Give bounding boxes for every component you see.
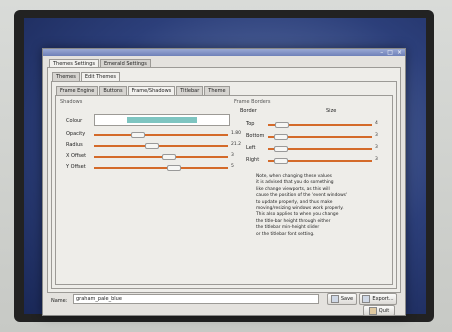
- border-slider-value: 3: [375, 133, 378, 138]
- tab-frame-engine[interactable]: Frame Engine: [56, 86, 99, 95]
- quit-icon: [368, 306, 377, 315]
- border-slider-thumb[interactable]: [273, 134, 288, 140]
- border-slider-label: Top: [246, 121, 255, 127]
- frame-shadows-panel: Shadows Colour Opacity 1.80 Radius 21.2 X Of…: [55, 95, 393, 285]
- border-column-header: Border: [240, 108, 257, 114]
- tab-frame-shadows[interactable]: Frame/Shadows: [127, 86, 176, 95]
- shadow-slider-track[interactable]: [94, 167, 228, 169]
- frame-borders-group-title: Frame Borders: [234, 99, 271, 105]
- tab-theme[interactable]: Theme: [204, 86, 230, 95]
- close-icon[interactable]: ×: [397, 49, 402, 56]
- shadow-slider-track[interactable]: [94, 145, 228, 147]
- name-label: Name:: [51, 298, 68, 304]
- tab-themes[interactable]: Themes: [52, 72, 80, 81]
- border-slider-value: 3: [375, 145, 378, 150]
- export-button[interactable]: Export...: [359, 293, 397, 305]
- export-label: Export...: [372, 296, 394, 302]
- shadow-slider-label: X Offset: [66, 153, 87, 159]
- tab-edit-themes[interactable]: Edit Themes: [80, 72, 120, 81]
- save-button[interactable]: Save: [327, 293, 357, 305]
- quit-label: Quit: [378, 307, 390, 314]
- shadow-slider-track[interactable]: [94, 134, 228, 136]
- save-label: Save: [340, 296, 354, 302]
- shadow-slider-value: 5: [231, 164, 234, 169]
- shadow-slider-label: Opacity: [66, 131, 86, 137]
- shadow-slider-thumb[interactable]: [162, 154, 177, 160]
- emerald-theme-manager-window: – □ × Themes Settings Emerald Settings T…: [42, 48, 406, 316]
- maximize-icon[interactable]: □: [387, 49, 393, 56]
- theme-name-input[interactable]: graham_pale_blue: [73, 294, 319, 304]
- colour-button[interactable]: [94, 114, 230, 126]
- export-icon: [362, 295, 371, 303]
- window-titlebar[interactable]: – □ ×: [43, 49, 405, 56]
- shadow-slider-track[interactable]: [94, 156, 228, 158]
- size-column-header: Size: [326, 108, 337, 114]
- shadow-slider-value: 21.2: [231, 142, 242, 147]
- tab-buttons[interactable]: Buttons: [99, 86, 127, 95]
- shadow-slider-thumb[interactable]: [145, 143, 160, 149]
- colour-label: Colour: [66, 118, 83, 124]
- border-slider-thumb[interactable]: [273, 158, 288, 164]
- shadow-slider-label: Radius: [66, 142, 83, 148]
- quit-button[interactable]: Quit: [363, 305, 395, 316]
- border-slider-value: 4: [375, 121, 378, 126]
- border-slider-label: Bottom: [246, 133, 265, 139]
- main-tab-panel: Themes Edit Themes Frame Engine Buttons …: [47, 67, 401, 293]
- shadow-slider-thumb[interactable]: [130, 132, 145, 138]
- shadow-slider-value: 1.80: [231, 131, 242, 136]
- save-icon: [330, 295, 339, 303]
- shadows-group-title: Shadows: [60, 99, 83, 105]
- border-slider-thumb[interactable]: [273, 146, 288, 152]
- shadow-slider-value: 3: [231, 153, 234, 158]
- frame-borders-note: Note, when changing these values it is a…: [256, 174, 348, 237]
- border-slider-label: Left: [246, 145, 256, 151]
- shadow-slider-thumb[interactable]: [167, 165, 182, 171]
- colour-swatch: [127, 117, 197, 123]
- border-slider-thumb[interactable]: [275, 122, 290, 128]
- border-slider-value: 3: [375, 157, 378, 162]
- tab-titlebar[interactable]: Titlebar: [176, 86, 204, 95]
- edit-themes-panel: Frame Engine Buttons Frame/Shadows Title…: [51, 81, 397, 289]
- border-slider-label: Right: [246, 157, 260, 163]
- shadow-slider-label: Y Offset: [66, 164, 86, 170]
- minimize-icon[interactable]: –: [380, 49, 383, 56]
